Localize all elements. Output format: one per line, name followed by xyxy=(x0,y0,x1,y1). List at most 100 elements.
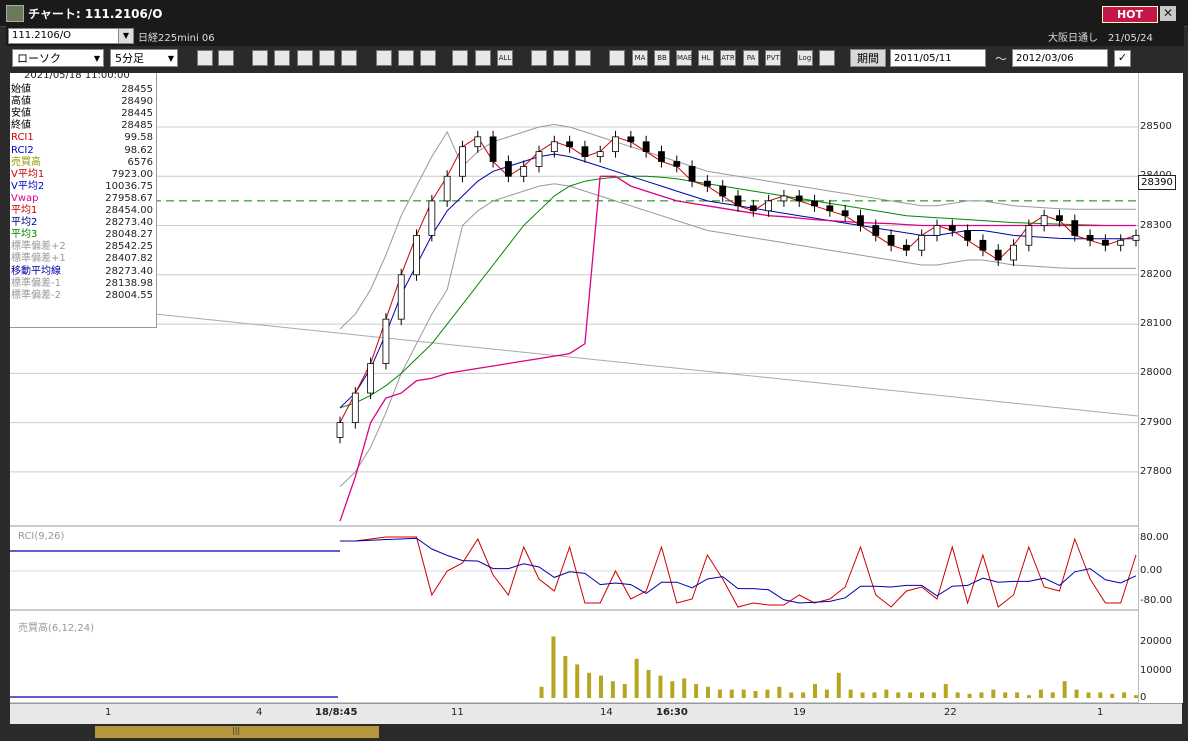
volume-tick-label: 10000 xyxy=(1140,665,1172,676)
volume-bar xyxy=(777,686,782,698)
price-tick-label: 28300 xyxy=(1140,219,1172,231)
grip-icon: ||| xyxy=(232,726,241,735)
candle-body xyxy=(948,225,956,231)
info-row-value: 28445 xyxy=(121,108,153,120)
candle-body xyxy=(474,136,482,148)
volume-panel-label: 売買高(6,12,24) xyxy=(18,623,94,634)
info-row-label: 標準偏差-1 xyxy=(11,277,61,289)
volume-bar xyxy=(682,678,687,698)
info-row-value: 28004.55 xyxy=(105,289,153,301)
trend-line xyxy=(9,298,1139,417)
candle-body xyxy=(504,161,512,177)
volume-bar xyxy=(931,692,936,698)
info-row: 安値 28445 xyxy=(11,108,153,120)
candle-body xyxy=(413,234,420,276)
info-row: 標準偏差-2 28004.55 xyxy=(11,290,153,302)
candle-body xyxy=(1056,215,1063,222)
time-axis xyxy=(10,703,1182,724)
info-row-label: 平均3 xyxy=(11,229,38,241)
volume-bar xyxy=(646,670,651,698)
candle-body xyxy=(1101,239,1109,246)
candle-body xyxy=(979,239,987,251)
time-tick-label: 4 xyxy=(256,707,263,718)
current-price-tag: 28390 xyxy=(1138,175,1176,190)
volume-bar xyxy=(1038,689,1043,698)
info-row-value: 28273.40 xyxy=(105,217,153,229)
rci-tick-label: 0.00 xyxy=(1140,565,1163,576)
candle-body xyxy=(459,146,466,177)
volume-bar xyxy=(1110,693,1115,698)
volume-bar xyxy=(860,692,865,698)
candle-body xyxy=(550,141,558,153)
volume-bar xyxy=(967,693,972,698)
info-datetime: 2021/05/18 11:00:00 xyxy=(24,70,130,81)
time-tick-label: 1 xyxy=(105,707,112,718)
volume-bar xyxy=(979,692,984,698)
volume-bar xyxy=(670,681,675,698)
candle-body xyxy=(1071,220,1079,236)
info-row: V平均1 7923.00 xyxy=(11,169,153,181)
volume-bar xyxy=(896,692,901,698)
volume-bar xyxy=(1062,681,1067,698)
volume-bar xyxy=(884,689,889,698)
candle-body xyxy=(765,200,773,212)
info-row-value: 28048.27 xyxy=(105,229,153,241)
candle-body xyxy=(581,146,589,157)
price-tick-label: 27900 xyxy=(1140,416,1172,428)
volume-bar xyxy=(836,672,841,698)
info-row: 移動平均線 28273.40 xyxy=(11,266,153,278)
candle-body xyxy=(887,234,895,246)
price-tick-label: 28000 xyxy=(1140,367,1172,379)
info-row-label: 売買高 xyxy=(11,156,41,168)
time-tick-label: 11 xyxy=(451,707,464,718)
volume-bar xyxy=(920,692,924,698)
info-row-label: 高値 xyxy=(11,96,31,108)
ma1-line xyxy=(339,136,1137,423)
candle-body xyxy=(780,195,788,202)
info-row-label: Vwap xyxy=(11,192,39,204)
info-row: 平均3 28048.27 xyxy=(11,229,153,241)
bollinger-lower xyxy=(339,183,1136,488)
candle-body xyxy=(367,363,375,394)
candle-body xyxy=(1025,225,1033,246)
info-row: RCI2 98.62 xyxy=(11,145,153,157)
price-tick-label: 27800 xyxy=(1140,465,1172,477)
rci-tick-label: -80.00 xyxy=(1140,595,1173,606)
volume-bar xyxy=(1134,695,1138,698)
info-row-label: RCI1 xyxy=(11,132,34,144)
volume-bar xyxy=(1050,692,1055,698)
candle-body xyxy=(1040,215,1048,226)
candle-body xyxy=(382,318,390,364)
info-row-label: 安値 xyxy=(11,108,31,120)
volume-bar xyxy=(717,689,722,698)
candle-body xyxy=(703,180,711,187)
info-row-value: 10036.75 xyxy=(105,180,153,192)
volume-bar xyxy=(706,686,710,698)
chart-svg xyxy=(9,123,1140,704)
info-row-value: 99.58 xyxy=(124,132,153,144)
volume-bar xyxy=(694,684,699,698)
info-row-label: 始値 xyxy=(11,84,31,95)
time-tick-label: 19 xyxy=(793,707,806,718)
time-tick-label: 1 xyxy=(1097,707,1104,718)
info-row: 平均1 28454.00 xyxy=(11,205,153,217)
candle-body xyxy=(489,136,497,162)
volume-tick-label: 0 xyxy=(1140,692,1147,703)
candle-body xyxy=(566,141,574,148)
time-tick-label: 22 xyxy=(944,707,957,718)
info-row-value: 28407.82 xyxy=(105,253,153,265)
info-row-value: 7923.00 xyxy=(111,168,153,180)
volume-bar xyxy=(610,681,615,698)
candle-body xyxy=(673,161,681,167)
info-row: 始値 28455 xyxy=(11,84,153,96)
candle-body xyxy=(933,225,941,236)
volume-bar xyxy=(908,692,913,698)
candle-body xyxy=(596,151,604,157)
candle-body xyxy=(627,136,635,143)
volume-bar xyxy=(753,691,758,698)
info-row: 売買高 6576 xyxy=(11,157,153,169)
candle-body xyxy=(351,392,359,424)
volume-bar xyxy=(575,664,580,698)
time-tick-label: 14 xyxy=(600,707,613,718)
candle-body xyxy=(811,200,818,207)
